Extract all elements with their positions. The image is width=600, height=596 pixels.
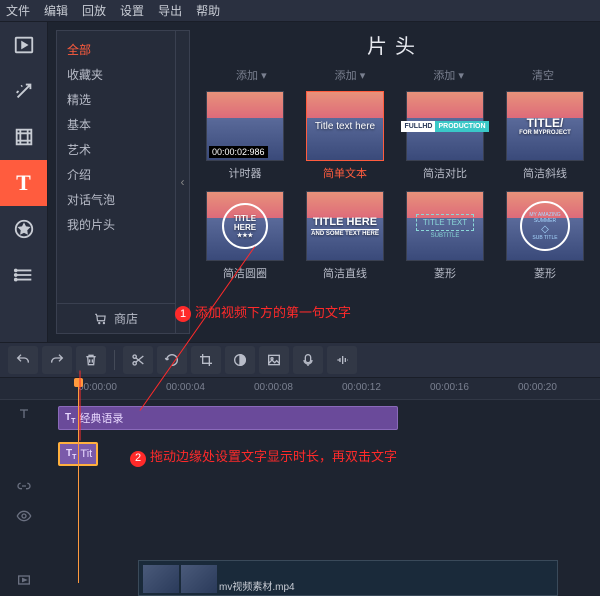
menu-playback[interactable]: 回放 (82, 2, 106, 19)
menubar: 文件 编辑 回放 设置 导出 帮助 (0, 0, 600, 22)
sort-1[interactable]: 添加 ▾ (236, 67, 267, 83)
timecode: 00:00:02:986 (209, 146, 268, 158)
card-circle[interactable]: TITLE HERE★★★ 简洁圆圈 (202, 191, 288, 281)
card-slash[interactable]: TITLE/FOR MYPROJECT 简洁斜线 (502, 91, 588, 181)
card-label: 菱形 (434, 265, 456, 281)
menu-settings[interactable]: 设置 (120, 2, 144, 19)
thumb-main: TITLE HERE (311, 216, 379, 230)
sort-3[interactable]: 添加 ▾ (433, 67, 464, 83)
undo-button[interactable] (8, 346, 38, 374)
panel-title: 片头 (202, 30, 588, 59)
thumb-sub: ★★★ (237, 232, 253, 239)
thumb-sub: SUBTITLE (416, 233, 474, 239)
title-icon: TT (66, 448, 76, 461)
delete-button[interactable] (76, 346, 106, 374)
card-contrast[interactable]: FULLHDPRODUCTION 简洁对比 (402, 91, 488, 181)
playhead[interactable] (78, 378, 79, 583)
video-track-icon (16, 572, 32, 588)
cut-button[interactable] (123, 346, 153, 374)
category-art[interactable]: 艺术 (57, 137, 175, 162)
category-all[interactable]: 全部 (57, 37, 175, 62)
title-grid: 00:00:02:986 计时器 Title text here 简单文本 FU… (202, 91, 588, 281)
card-label: 计时器 (229, 165, 262, 181)
timeline: 00:00:00 00:00:04 00:00:08 00:00:12 00:0… (0, 378, 600, 583)
category-basic[interactable]: 基本 (57, 112, 175, 137)
card-diamond2[interactable]: MY AMAZING SUMMER◇SUB TITLE 菱形 (502, 191, 588, 281)
sidebar-media[interactable] (0, 22, 47, 68)
card-label: 简洁直线 (323, 265, 367, 281)
menu-export[interactable]: 导出 (158, 2, 182, 19)
thumb-main: MY AMAZING SUMMER (522, 212, 568, 224)
title-track-icon (16, 406, 32, 422)
video-clip[interactable]: mv视频素材.mp4 (138, 560, 558, 596)
sidebar-fx[interactable] (0, 68, 47, 114)
category-favorites[interactable]: 收藏夹 (57, 62, 175, 87)
video-thumbnail (143, 565, 179, 593)
thumb-main: TITLE HERE (224, 214, 266, 232)
color-button[interactable] (225, 346, 255, 374)
title-icon: TT (65, 412, 75, 425)
sidebar-more[interactable] (0, 252, 47, 298)
link-track-icon (16, 478, 32, 494)
cart-icon (94, 312, 108, 326)
category-mine[interactable]: 我的片头 (57, 212, 175, 237)
redo-button[interactable] (42, 346, 72, 374)
ruler-tick: 00:00:20 (518, 382, 557, 393)
sidebar-stickers[interactable] (0, 206, 47, 252)
thumb-text: Title text here (315, 121, 375, 132)
category-intro[interactable]: 介绍 (57, 162, 175, 187)
timeline-ruler[interactable]: 00:00:00 00:00:04 00:00:08 00:00:12 00:0… (0, 378, 600, 400)
store-label: 商店 (114, 310, 138, 327)
sort-row: 添加 ▾ 添加 ▾ 添加 ▾ 清空 (202, 67, 588, 83)
category-bubble[interactable]: 对话气泡 (57, 187, 175, 212)
category-featured[interactable]: 精选 (57, 87, 175, 112)
clip-label: 经典语录 (79, 410, 123, 426)
card-line[interactable]: TITLE HEREAND SOME TEXT HERE 简洁直线 (302, 191, 388, 281)
ruler-tick: 00:00:04 (166, 382, 205, 393)
menu-help[interactable]: 帮助 (196, 2, 220, 19)
thumb-left: FULLHD (401, 121, 435, 132)
sidebar-titles[interactable]: T (0, 160, 47, 206)
category-panel: 全部 收藏夹 精选 基本 艺术 介绍 对话气泡 我的片头 商店 (56, 30, 176, 334)
ruler-tick: 00:00:08 (254, 382, 293, 393)
card-diamond1[interactable]: TITLE TEXT SUBTITLE 菱形 (402, 191, 488, 281)
track-headers (0, 400, 48, 588)
menu-edit[interactable]: 编辑 (44, 2, 68, 19)
visibility-track-icon (16, 508, 32, 524)
ruler-tick: 00:00:16 (430, 382, 469, 393)
timeline-toolbar (0, 342, 600, 378)
video-thumbnail (181, 565, 217, 593)
ruler-tick: 00:00:00 (78, 382, 117, 393)
clip-label: Tit (80, 448, 92, 460)
crop-button[interactable] (191, 346, 221, 374)
image-button[interactable] (259, 346, 289, 374)
collapse-panel-button[interactable]: ‹ (176, 30, 190, 334)
card-timer[interactable]: 00:00:02:986 计时器 (202, 91, 288, 181)
title-clip-1[interactable]: TT 经典语录 (58, 406, 398, 430)
thumb-sub: AND SOME TEXT HERE (311, 231, 379, 237)
ruler-tick: 00:00:12 (342, 382, 381, 393)
card-label: 简洁斜线 (523, 165, 567, 181)
sidebar: T (0, 22, 48, 342)
record-button[interactable] (293, 346, 323, 374)
card-label: 菱形 (534, 265, 556, 281)
card-label: 简洁对比 (423, 165, 467, 181)
audio-button[interactable] (327, 346, 357, 374)
thumb-main: TITLE TEXT (416, 214, 474, 231)
card-label: 简单文本 (323, 165, 367, 181)
rotate-button[interactable] (157, 346, 187, 374)
thumb-sub: SUB TITLE (532, 235, 557, 241)
clip-label: mv视频素材.mp4 (219, 578, 295, 593)
thumb-main: TITLE/ (519, 116, 571, 130)
card-label: 简洁圆圈 (223, 265, 267, 281)
menu-file[interactable]: 文件 (6, 2, 30, 19)
thumb-right: PRODUCTION (435, 121, 488, 132)
card-simple-text[interactable]: Title text here 简单文本 (302, 91, 388, 181)
sort-4[interactable]: 清空 (532, 67, 554, 83)
thumb-sub: FOR MYPROJECT (519, 130, 571, 136)
store-button[interactable]: 商店 (57, 303, 175, 333)
sort-2[interactable]: 添加 ▾ (335, 67, 366, 83)
sidebar-filters[interactable] (0, 114, 47, 160)
